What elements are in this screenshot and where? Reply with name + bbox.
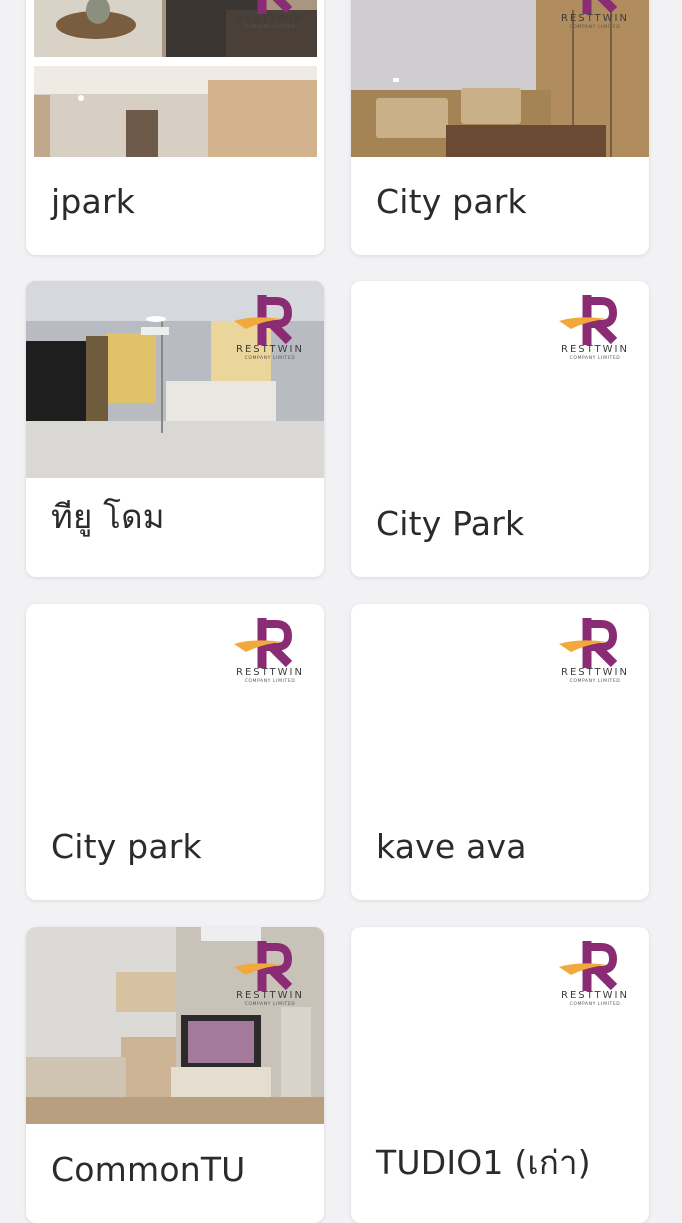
listing-card-tu-dome[interactable]: RESTTWIN COMPANY LIMITED ทียู โดม (26, 281, 324, 577)
listing-title: jpark (51, 182, 136, 221)
listing-title: City park (51, 827, 202, 866)
brand-subtitle: COMPANY LIMITED (244, 25, 296, 30)
listing-title: City Park (376, 504, 525, 543)
brand-name: RESTTWIN (561, 667, 629, 678)
listing-title: City park (376, 182, 527, 221)
listing-card-commontu[interactable]: RESTTWIN COMPANY LIMITED CommonTU (26, 927, 324, 1223)
brand-name: RESTTWIN (561, 990, 629, 1001)
resttwin-r-icon (234, 295, 293, 345)
brand-name: RESTTWIN (561, 344, 629, 355)
brand-subtitle: COMPANY LIMITED (569, 356, 621, 361)
listing-grid: RESTTWIN COMPANY LIMITED jpark RESTTWIN … (0, 0, 682, 1223)
listing-card-city-park-2[interactable]: RESTTWIN COMPANY LIMITED City Park (351, 281, 649, 577)
brand-name: RESTTWIN (236, 990, 304, 1001)
brand-subtitle: COMPANY LIMITED (244, 1002, 296, 1007)
resttwin-r-icon (257, 0, 293, 14)
listing-card-kave-ava[interactable]: RESTTWIN COMPANY LIMITED kave ava (351, 604, 649, 900)
brand-name: RESTTWIN (236, 667, 304, 678)
listing-title: CommonTU (51, 1150, 246, 1189)
resttwin-r-icon (559, 941, 618, 991)
brand-subtitle: COMPANY LIMITED (244, 679, 296, 684)
resttwin-logo: RESTTWIN COMPANY LIMITED (232, 0, 308, 34)
resttwin-logo: RESTTWIN COMPANY LIMITED (557, 941, 633, 1011)
brand-name: RESTTWIN (561, 13, 629, 24)
brand-name: RESTTWIN (236, 344, 304, 355)
resttwin-logo: RESTTWIN COMPANY LIMITED (557, 0, 633, 34)
listing-card-city-park[interactable]: RESTTWIN COMPANY LIMITED City park (351, 0, 649, 255)
brand-subtitle: COMPANY LIMITED (569, 679, 621, 684)
resttwin-r-icon (582, 0, 618, 14)
listing-card-city-park-3[interactable]: RESTTWIN COMPANY LIMITED City park (26, 604, 324, 900)
listing-title: kave ava (376, 827, 527, 866)
listing-title: TUDIO1 (เก่า) (376, 1143, 591, 1182)
resttwin-logo: RESTTWIN COMPANY LIMITED (232, 618, 308, 688)
brand-subtitle: COMPANY LIMITED (244, 356, 296, 361)
brand-name: RESTTWIN (236, 13, 304, 24)
resttwin-r-icon (559, 295, 618, 345)
listing-card-jpark[interactable]: RESTTWIN COMPANY LIMITED jpark (26, 0, 324, 255)
resttwin-logo: RESTTWIN COMPANY LIMITED (232, 295, 308, 365)
resttwin-r-icon (559, 618, 618, 668)
brand-subtitle: COMPANY LIMITED (569, 25, 621, 30)
resttwin-logo: RESTTWIN COMPANY LIMITED (557, 295, 633, 365)
brand-subtitle: COMPANY LIMITED (569, 1002, 621, 1007)
resttwin-logo: RESTTWIN COMPANY LIMITED (557, 618, 633, 688)
listing-title: ทียู โดม (51, 497, 165, 536)
resttwin-r-icon (234, 618, 293, 668)
resttwin-logo: RESTTWIN COMPANY LIMITED (232, 941, 308, 1011)
resttwin-r-icon (234, 941, 293, 991)
listing-card-tudio1[interactable]: RESTTWIN COMPANY LIMITED TUDIO1 (เก่า) (351, 927, 649, 1223)
